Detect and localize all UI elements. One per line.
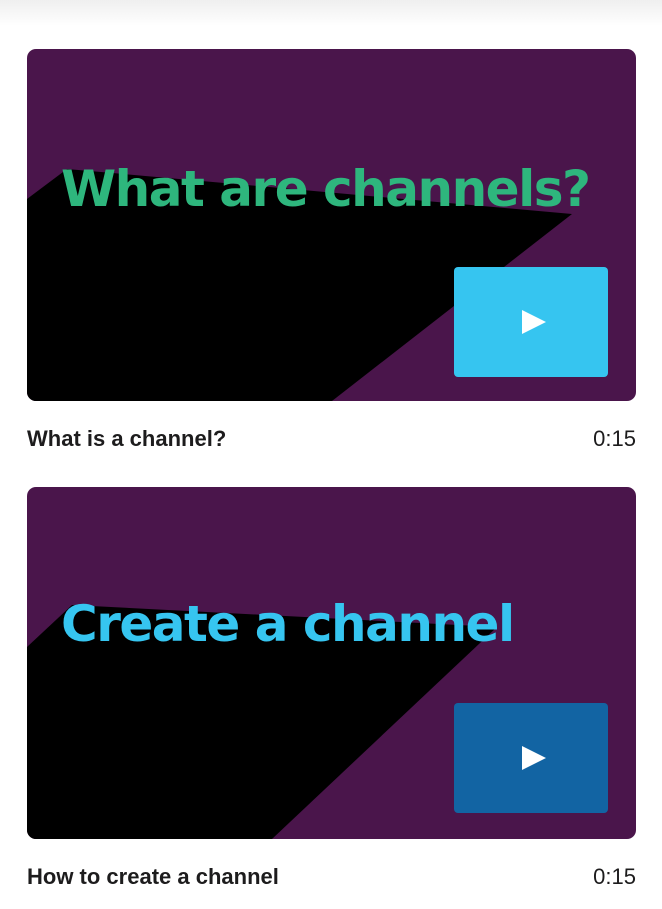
- video-title[interactable]: How to create a channel: [27, 864, 279, 890]
- video-card-how-to-create-a-channel: Create a channel How to create a channel…: [27, 487, 636, 889]
- play-icon: [522, 310, 546, 334]
- video-list: What are channels? What is a channel? 0:…: [0, 0, 662, 909]
- video-title[interactable]: What is a channel?: [27, 426, 226, 452]
- play-button[interactable]: [454, 703, 608, 813]
- caption-row: How to create a channel 0:15: [27, 864, 636, 890]
- play-icon: [522, 746, 546, 770]
- play-button[interactable]: [454, 267, 608, 377]
- video-thumbnail[interactable]: What are channels?: [27, 49, 636, 401]
- video-duration: 0:15: [593, 426, 636, 451]
- video-card-what-is-a-channel: What are channels? What is a channel? 0:…: [27, 49, 636, 451]
- video-thumbnail[interactable]: Create a channel: [27, 487, 636, 839]
- thumbnail-text: What are channels?: [61, 160, 591, 218]
- video-duration: 0:15: [593, 864, 636, 889]
- caption-row: What is a channel? 0:15: [27, 426, 636, 452]
- thumbnail-text: Create a channel: [61, 595, 515, 653]
